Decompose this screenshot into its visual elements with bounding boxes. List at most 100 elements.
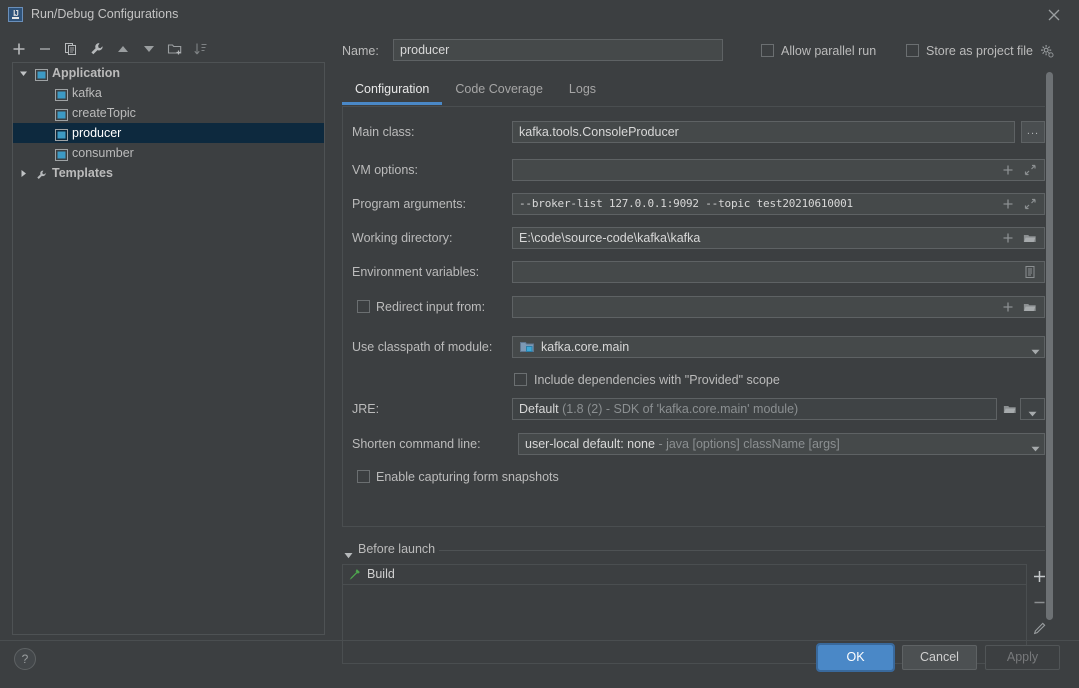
jre-hint: (1.8 (2) - SDK of 'kafka.core.main' modu… <box>562 402 799 416</box>
jre-label: JRE: <box>352 402 380 416</box>
browse-folder-icon[interactable] <box>1003 402 1017 416</box>
editor-scrollbar[interactable] <box>1045 72 1054 620</box>
edit-templates-button[interactable] <box>86 38 108 60</box>
footer-divider <box>0 640 1079 641</box>
window-title: Run/Debug Configurations <box>31 7 179 21</box>
allow-parallel-run-label[interactable]: Allow parallel run <box>781 44 876 58</box>
chevron-down-icon[interactable] <box>19 69 28 78</box>
redirect-input-label[interactable]: Redirect input from: <box>376 300 485 314</box>
tab-configuration[interactable]: Configuration <box>342 75 443 105</box>
redirect-input-checkbox[interactable] <box>357 300 370 313</box>
use-classpath-of-module-label: Use classpath of module: <box>352 340 493 354</box>
copy-configuration-button[interactable] <box>60 38 82 60</box>
run-debug-configurations-window: org/apache/kafka/clients/producer/Produc… <box>0 0 1079 688</box>
scrollbar-thumb[interactable] <box>1046 72 1053 620</box>
move-up-button[interactable] <box>112 38 134 60</box>
before-launch-item-label: Build <box>367 567 395 581</box>
intellij-idea-icon: IJ <box>8 7 23 22</box>
configurations-toolbar <box>8 38 207 62</box>
insert-macro-icon[interactable] <box>1001 300 1015 314</box>
ok-button[interactable]: OK <box>816 643 895 672</box>
enable-form-snapshots-checkbox[interactable] <box>357 470 370 483</box>
dialog-footer: OK Cancel Apply <box>0 643 1079 676</box>
use-classpath-of-module-combo[interactable]: kafka.core.main <box>512 336 1045 358</box>
hammer-icon <box>348 568 361 581</box>
include-provided-scope-checkbox[interactable] <box>514 373 527 386</box>
application-icon <box>35 67 48 81</box>
store-as-project-file-label[interactable]: Store as project file <box>926 44 1033 58</box>
shorten-command-line-hint: - java [options] className [args] <box>658 437 840 451</box>
gear-icon[interactable] <box>1040 44 1054 58</box>
environment-variables-label: Environment variables: <box>352 265 480 279</box>
application-icon <box>55 107 68 121</box>
before-launch-item-build[interactable]: Build <box>343 565 1026 585</box>
main-class-browse-button[interactable]: ... <box>1021 121 1045 143</box>
main-class-label: Main class: <box>352 125 415 139</box>
tree-item-label: kafka <box>72 86 102 100</box>
program-arguments-input[interactable]: --broker-list 127.0.0.1:9092 --topic tes… <box>512 193 1045 215</box>
chevron-right-icon[interactable] <box>19 169 28 178</box>
title-bar: IJ Run/Debug Configurations <box>0 0 1079 29</box>
tab-code-coverage[interactable]: Code Coverage <box>442 75 556 105</box>
allow-parallel-run-checkbox[interactable] <box>761 44 774 57</box>
sort-configurations-button[interactable] <box>190 38 212 60</box>
tree-item-consumber[interactable]: consumber <box>13 143 324 163</box>
tree-item-label: Templates <box>52 166 113 180</box>
application-icon <box>55 127 68 141</box>
working-directory-label: Working directory: <box>352 231 453 245</box>
vm-options-input[interactable] <box>512 159 1045 181</box>
edit-variables-icon[interactable] <box>1023 265 1037 279</box>
working-directory-input[interactable]: E:\code\source-code\kafka\kafka <box>512 227 1045 249</box>
close-icon[interactable] <box>1043 5 1065 25</box>
chevron-down-icon[interactable] <box>1031 441 1040 452</box>
insert-macro-icon[interactable] <box>1001 163 1015 177</box>
chevron-down-icon[interactable] <box>344 548 353 559</box>
tree-item-label: Application <box>52 66 121 80</box>
enable-form-snapshots-label[interactable]: Enable capturing form snapshots <box>376 470 559 484</box>
before-launch-title: Before launch <box>358 542 442 556</box>
tree-item-kafka[interactable]: kafka <box>13 83 324 103</box>
browse-folder-icon[interactable] <box>1023 300 1037 314</box>
tree-item-createtopic[interactable]: createTopic <box>13 103 324 123</box>
application-icon <box>55 87 68 101</box>
insert-macro-icon[interactable] <box>1001 197 1015 211</box>
chevron-down-icon[interactable] <box>1028 406 1037 417</box>
configuration-form: Main class: kafka.tools.ConsoleProducer … <box>342 106 1049 527</box>
chevron-down-icon[interactable] <box>1031 344 1040 355</box>
main-class-input[interactable]: kafka.tools.ConsoleProducer <box>512 121 1015 143</box>
move-into-folder-button[interactable] <box>164 38 186 60</box>
remove-configuration-button[interactable] <box>34 38 56 60</box>
expand-editor-icon[interactable] <box>1023 163 1037 177</box>
tree-item-templates[interactable]: Templates <box>13 163 324 183</box>
vm-options-label: VM options: <box>352 163 419 177</box>
browse-folder-icon[interactable] <box>1023 231 1037 245</box>
before-launch-header[interactable]: Before launch <box>342 542 1049 560</box>
expand-editor-icon[interactable] <box>1023 197 1037 211</box>
shorten-command-line-combo[interactable]: user-local default: none - java [options… <box>518 433 1045 455</box>
dialog-body: IJ Run/Debug Configurations Application … <box>0 0 1079 676</box>
environment-variables-input[interactable] <box>512 261 1045 283</box>
configurations-tree[interactable]: Application kafka createTopic producer c… <box>12 62 325 635</box>
tree-item-application[interactable]: Application <box>13 63 324 83</box>
before-launch-divider <box>439 550 1049 551</box>
tree-item-label: createTopic <box>72 106 136 120</box>
shorten-command-line-label: Shorten command line: <box>352 437 481 451</box>
apply-button[interactable]: Apply <box>985 645 1060 670</box>
cancel-button[interactable]: Cancel <box>902 645 977 670</box>
move-down-button[interactable] <box>138 38 160 60</box>
store-as-project-file-checkbox[interactable] <box>906 44 919 57</box>
redirect-input-field[interactable] <box>512 296 1045 318</box>
tree-item-label: consumber <box>72 146 134 160</box>
insert-macro-icon[interactable] <box>1001 231 1015 245</box>
name-label: Name: <box>342 44 379 58</box>
name-input[interactable]: producer <box>393 39 723 61</box>
tab-logs[interactable]: Logs <box>556 75 609 105</box>
jre-value: Default <box>519 402 559 416</box>
application-icon <box>55 147 68 161</box>
program-arguments-field-actions <box>1001 193 1051 215</box>
add-configuration-button[interactable] <box>8 38 30 60</box>
include-provided-scope-label[interactable]: Include dependencies with "Provided" sco… <box>534 373 780 387</box>
tree-item-producer[interactable]: producer <box>13 123 324 143</box>
jre-combo[interactable]: Default (1.8 (2) - SDK of 'kafka.core.ma… <box>512 398 997 420</box>
tab-bar: Configuration Code Coverage Logs <box>342 75 609 105</box>
